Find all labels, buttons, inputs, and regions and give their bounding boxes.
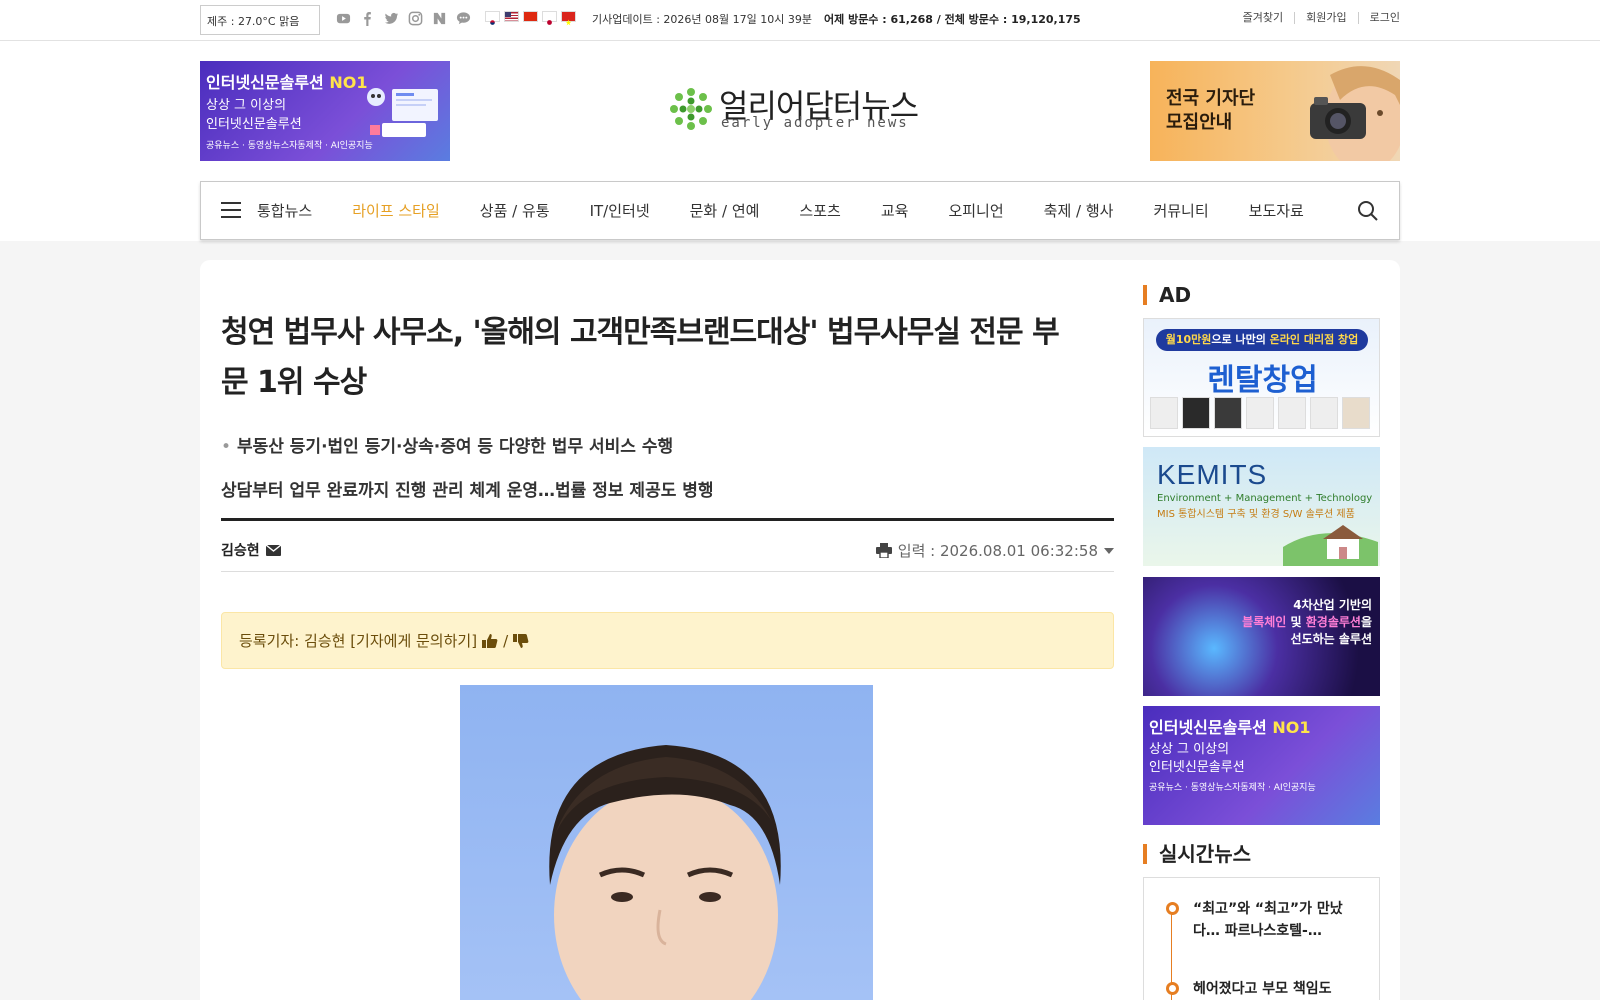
print-icon[interactable]: [875, 543, 892, 558]
article-photo: [460, 685, 873, 1000]
reporter-recruit-banner[interactable]: 전국 기자단 모집안내: [1150, 61, 1400, 161]
jp-flag[interactable]: [542, 11, 557, 25]
kemits-tagline: Environment + Management + Technology: [1157, 493, 1373, 504]
chevron-down-icon[interactable]: [1104, 547, 1114, 554]
update-time: 기사업데이트 : 2026년 08월 17일 10시 39분: [592, 13, 812, 26]
logo-english: early adopter news: [721, 115, 909, 131]
appliance-images: [1150, 397, 1370, 429]
timeline-dot: [1166, 902, 1179, 915]
article-subtitle-1: • 부동산 등기·법인 등기·상속·증여 등 다양한 법무 서비스 수행: [221, 437, 674, 457]
vn-flag[interactable]: [561, 11, 576, 26]
house-image: [1283, 525, 1378, 566]
nav-item-integrated-news[interactable]: 통합뉴스: [257, 200, 312, 221]
banner-illustration: [367, 88, 438, 137]
talk-icon[interactable]: [456, 11, 471, 26]
timeline-dot: [1166, 982, 1179, 995]
publish-date: 입력 : 2026.08.01 06:32:58: [897, 542, 1098, 560]
search-icon[interactable]: [1357, 200, 1379, 222]
mail-icon[interactable]: [265, 544, 281, 556]
thumbs-down-icon[interactable]: [513, 633, 529, 649]
kr-flag[interactable]: [485, 11, 500, 25]
kemits-ad[interactable]: KEMITS Environment + Management + Techno…: [1143, 447, 1380, 566]
article-subtitle-2: 상담부터 업무 완료까지 진행 관리 체계 운영…법률 정보 제공도 병행: [221, 481, 714, 501]
nav-item-culture[interactable]: 문화 / 연예: [690, 200, 760, 221]
facebook-icon[interactable]: [360, 11, 375, 26]
article-title: 청연 법무사 사무소, '올해의 고객만족브랜드대상' 법무사무실 전문 부문 …: [221, 315, 1060, 400]
logo-flower-icon: [670, 88, 712, 130]
blockchain-text: 4차산업 기반의 블록체인 및 환경솔루션을 선도하는 솔루션: [1242, 598, 1372, 646]
sns-links: [336, 11, 471, 26]
ad-headline: 렌탈창업: [1207, 363, 1318, 398]
reaction-separator: /: [503, 631, 509, 650]
nav-item-opinion[interactable]: 오피니언: [948, 200, 1003, 221]
rental-startup-ad[interactable]: 월10만원으로 나만의 온라인 대리점 창업 렌탈창업: [1143, 318, 1380, 437]
top-bar: 제주 : 27.0°C 맑음 기사업데이트 : 2026년 08월 17일 10…: [0, 0, 1600, 41]
article-meta: 입력 : 2026.08.01 06:32:58: [875, 540, 1114, 561]
title-divider: [221, 518, 1114, 521]
hamburger-menu-icon[interactable]: [221, 202, 241, 220]
bookmark-link[interactable]: 즐겨찾기: [1232, 12, 1294, 24]
top-links: 즐겨찾기 회원가입 로그인: [1232, 12, 1400, 24]
article-byline: 김승현: [221, 540, 281, 560]
live-news-item[interactable]: “최고”와 “최고”가 만났다… 파르나스호텔-…: [1193, 898, 1363, 942]
kemits-brand: KEMITS: [1157, 459, 1268, 490]
nav-item-press[interactable]: 보도자료: [1249, 200, 1304, 221]
instagram-icon[interactable]: [408, 11, 423, 26]
ad4-headline: 인터넷신문솔루션 NO1: [1149, 718, 1311, 737]
reporter-notice: 등록기자: 김승현 [기자에게 문의하기] /: [221, 612, 1114, 669]
nav-item-it[interactable]: IT/인터넷: [590, 200, 650, 221]
reporter-text[interactable]: 등록기자: 김승현 [기자에게 문의하기]: [239, 630, 477, 651]
ad-section-title: AD: [1143, 285, 1191, 305]
nav-item-community[interactable]: 커뮤니티: [1153, 200, 1208, 221]
weather-text: 제주 : 27.0°C 맑음: [207, 15, 300, 28]
nav-item-festival[interactable]: 축제 / 행사: [1044, 200, 1114, 221]
author-name[interactable]: 김승현: [221, 540, 260, 560]
recruit-text: 전국 기자단 모집안내: [1166, 88, 1256, 133]
ad4-text: 상상 그 이상의 인터넷신문솔루션: [1149, 742, 1245, 775]
portrait-image: [549, 745, 781, 1000]
live-news-list: “최고”와 “최고”가 만났다… 파르나스호텔-… 헤어졌다고 부모 책임도: [1143, 877, 1380, 1000]
live-news-item[interactable]: 헤어졌다고 부모 책임도: [1193, 978, 1363, 1000]
nav-item-lifestyle[interactable]: 라이프 스타일: [352, 200, 440, 221]
site-logo[interactable]: 얼리어답터뉴스 early adopter news: [669, 83, 933, 135]
solution-banner[interactable]: 인터넷신문솔루션 NO1 상상 그 이상의 인터넷신문솔루션 공유뉴스 · 동영상…: [200, 61, 450, 161]
signup-link[interactable]: 회원가입: [1294, 12, 1357, 24]
ad4-features: 공유뉴스 · 동영상뉴스자동제작 · AI인공지능: [1149, 783, 1316, 793]
login-link[interactable]: 로그인: [1357, 12, 1400, 24]
youtube-icon[interactable]: [336, 11, 351, 26]
camera-woman-image: [1310, 66, 1400, 161]
us-flag[interactable]: [504, 11, 519, 22]
main-nav: 통합뉴스 라이프 스타일 상품 / 유통 IT/인터넷 문화 / 연예 스포츠 …: [200, 181, 1400, 240]
meta-divider: [221, 571, 1114, 572]
nav-item-education[interactable]: 교육: [881, 200, 909, 221]
solution-ad[interactable]: 인터넷신문솔루션 NO1 상상 그 이상의 인터넷신문솔루션 공유뉴스 · 동영상…: [1143, 706, 1380, 825]
naver-icon[interactable]: [432, 11, 447, 26]
cn-flag[interactable]: [523, 11, 538, 22]
visit-count: 어제 방문수 : 61,268 / 전체 방문수 : 19,120,175: [824, 13, 1081, 26]
thumbs-up-icon[interactable]: [482, 633, 498, 649]
nav-item-sports[interactable]: 스포츠: [799, 200, 840, 221]
weather-widget: 제주 : 27.0°C 맑음: [200, 5, 320, 35]
blockchain-ad[interactable]: 4차산업 기반의 블록체인 및 환경솔루션을 선도하는 솔루션: [1143, 577, 1380, 696]
twitter-icon[interactable]: [384, 11, 399, 26]
ad-pill: 월10만원으로 나만의 온라인 대리점 창업: [1156, 329, 1368, 351]
language-flags: [485, 11, 576, 26]
nav-item-products[interactable]: 상품 / 유통: [480, 200, 550, 221]
nav-menu: 통합뉴스 라이프 스타일 상품 / 유통 IT/인터넷 문화 / 연예 스포츠 …: [257, 182, 1344, 239]
live-news-title: 실시간뉴스: [1143, 844, 1251, 864]
